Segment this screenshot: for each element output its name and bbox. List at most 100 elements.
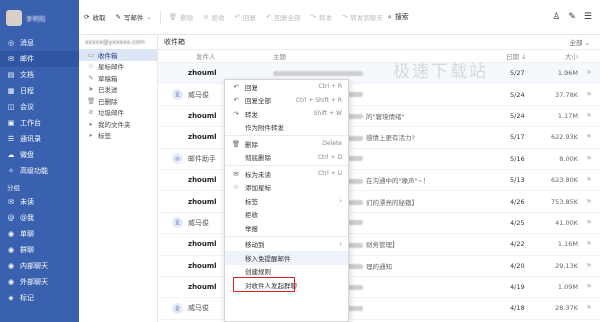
- menu-item-label: 回复: [245, 83, 258, 92]
- forward-to-chat-button[interactable]: ↷ 转发到聊天: [337, 7, 388, 27]
- compose-note-icon[interactable]: ✎: [568, 12, 576, 22]
- compose-button[interactable]: ✎ 写邮件 ⌄: [110, 7, 156, 27]
- nav-group-5[interactable]: ◉ 外部聊天: [0, 274, 79, 290]
- reject-button[interactable]: ⊘ 拒收: [198, 7, 229, 27]
- menu-item[interactable]: 创建规则: [225, 265, 348, 279]
- menu-item[interactable]: 拒收: [225, 208, 348, 222]
- nav-item-5[interactable]: ▣ 工作台: [0, 115, 79, 131]
- menu-item[interactable]: ↷ 转发 Shift + W: [225, 107, 348, 121]
- menu-shortcut: Ctrl + R: [318, 83, 342, 91]
- refresh-icon: ⟳: [84, 13, 90, 21]
- chevron-down-icon[interactable]: ⌄: [146, 13, 151, 21]
- flag-icon[interactable]: ⚑: [586, 133, 592, 141]
- blurred-text: [273, 70, 363, 76]
- avatar[interactable]: [6, 9, 22, 26]
- menu-shortcut: Ctrl + U: [318, 170, 342, 178]
- menu-item[interactable]: 移入免提醒邮件: [225, 251, 348, 265]
- nav-item-1[interactable]: ✉ 邮件: [0, 51, 79, 67]
- folder-item-7[interactable]: ▸ 标签: [79, 130, 157, 142]
- folder-item-1[interactable]: ☆ 星标邮件: [79, 61, 157, 73]
- nav-item-3[interactable]: ▦ 日程: [0, 83, 79, 99]
- menu-item[interactable]: 移动到 ›: [225, 238, 348, 252]
- menu-item[interactable]: 彻底删除 Ctrl + D: [225, 151, 348, 165]
- folder-item-3[interactable]: ➤ 已发送: [79, 84, 157, 96]
- menu-item-label: 移入免提醒邮件: [245, 254, 291, 263]
- settings-icon[interactable]: ☰: [584, 12, 592, 22]
- list-title: 收件箱: [164, 38, 185, 46]
- nav-item-2[interactable]: ▤ 文档: [0, 67, 79, 83]
- menu-item[interactable]: 🗑 删除 Delete: [225, 137, 348, 151]
- menu-item[interactable]: 标签 ›: [225, 194, 348, 208]
- search-button[interactable]: ⌕ 搜索: [388, 12, 419, 22]
- mail-icon: ✉: [8, 54, 14, 63]
- nav-item-label: 工作台: [20, 119, 41, 127]
- nav-item-4[interactable]: ◫ 会议: [0, 99, 79, 115]
- menu-item-label: 删除: [245, 140, 258, 149]
- flag-icon[interactable]: ⚑: [586, 155, 592, 163]
- menu-shortcut: Shift + W: [313, 110, 342, 118]
- nav-group-3[interactable]: ◉ 群聊: [0, 242, 79, 258]
- reject-icon: ⊘: [203, 13, 209, 21]
- row-size: 623.80K: [550, 176, 578, 185]
- flag-icon[interactable]: ⚑: [586, 112, 592, 120]
- nav-item-8[interactable]: ✧ 高级功能: [0, 163, 79, 179]
- col-date[interactable]: 日期 ↓: [506, 51, 527, 61]
- menu-item-label: 作为附件转发: [245, 124, 284, 133]
- nav-group-0[interactable]: ✉ 未读: [0, 194, 79, 210]
- folder-item-4[interactable]: 🗑 已删除: [79, 95, 157, 107]
- forward-button[interactable]: ↷ 转发: [305, 7, 336, 27]
- row-size: 29.13K: [555, 261, 578, 270]
- calendar-icon: ▦: [7, 86, 15, 95]
- folder-item-6[interactable]: ▸ 我的文件夹: [79, 118, 157, 130]
- folder-item-2[interactable]: ✎ 草稿箱: [79, 72, 157, 84]
- nav-group-1[interactable]: @ @我: [0, 210, 79, 226]
- sender-badge: 企: [172, 217, 183, 229]
- menu-divider: [225, 165, 348, 166]
- refresh-button[interactable]: ⟳ 收取: [79, 7, 110, 27]
- row-size: 1.16M: [557, 240, 578, 249]
- nav-item-7[interactable]: ☁ 微盘: [0, 147, 79, 163]
- filter-dropdown[interactable]: 全部 ⌄: [569, 37, 600, 47]
- folder-label: 草稿箱: [98, 74, 118, 83]
- reply-all-icon: ↶: [233, 96, 239, 105]
- col-sender[interactable]: 发件人: [196, 51, 274, 61]
- menu-item[interactable]: ↶ 回复 Ctrl + R: [225, 80, 348, 94]
- flag-icon[interactable]: ⚑: [586, 283, 592, 291]
- reply-button[interactable]: ↶ 回复: [230, 7, 261, 27]
- folder-item-5[interactable]: ⊘ 垃圾邮件: [79, 107, 157, 119]
- flag-icon[interactable]: ⚑: [586, 240, 592, 248]
- nav-group-6[interactable]: ◈ 标记: [0, 290, 79, 306]
- menu-item[interactable]: ☆ 添加星标: [225, 181, 348, 195]
- flag-icon[interactable]: ⚑: [586, 69, 592, 77]
- delete-button[interactable]: 🗑 删除: [164, 7, 198, 27]
- nav-group-label: 内部聊天: [20, 262, 48, 270]
- row-subject-text: 的"窘境情绪": [366, 112, 405, 121]
- nav-item-label: 通讯录: [20, 135, 41, 143]
- single-chat-icon: ◉: [7, 229, 15, 238]
- col-subject[interactable]: 主题: [273, 51, 286, 61]
- menu-item[interactable]: 作为附件转发: [225, 121, 348, 135]
- unread-icon: ✉: [8, 197, 14, 206]
- user-profile[interactable]: 李明阳: [0, 0, 79, 35]
- nav-item-0[interactable]: ◎ 消息: [0, 35, 79, 51]
- nav-group-4[interactable]: ◉ 内部聊天: [0, 258, 79, 274]
- flag-icon[interactable]: ⚑: [586, 198, 592, 206]
- folder-item-0[interactable]: ▭ 收件箱: [79, 49, 157, 61]
- flag-icon[interactable]: ⚑: [586, 176, 592, 184]
- flag-icon[interactable]: ⚑: [586, 262, 592, 270]
- flag-icon[interactable]: ⚑: [586, 219, 592, 227]
- contacts-icon[interactable]: ♙: [552, 12, 560, 22]
- nav-item-label: 日程: [20, 87, 34, 95]
- col-size[interactable]: 大小: [565, 51, 578, 61]
- toolbar: ⟳ 收取 ✎ 写邮件 ⌄ 🗑 删除 ⊘ 拒收 ↶ 回复 ↶ 回复全部 ↷ 转发 …: [79, 0, 600, 35]
- nav-group-2[interactable]: ◉ 单聊: [0, 226, 79, 242]
- reply-all-button[interactable]: ↶ 回复全部: [261, 7, 305, 27]
- menu-item[interactable]: ✉ 标为未读 Ctrl + U: [225, 167, 348, 181]
- flag-icon[interactable]: ⚑: [586, 304, 592, 312]
- menu-item[interactable]: 举报: [225, 221, 348, 235]
- menu-item[interactable]: ↶ 回复全部 Ctrl + Shift + R: [225, 94, 348, 108]
- nav-item-6[interactable]: ☰ 通讯录: [0, 131, 79, 147]
- flag-icon[interactable]: ⚑: [586, 91, 592, 99]
- workbench-icon: ▣: [7, 118, 15, 127]
- row-date: 4/19: [510, 283, 525, 292]
